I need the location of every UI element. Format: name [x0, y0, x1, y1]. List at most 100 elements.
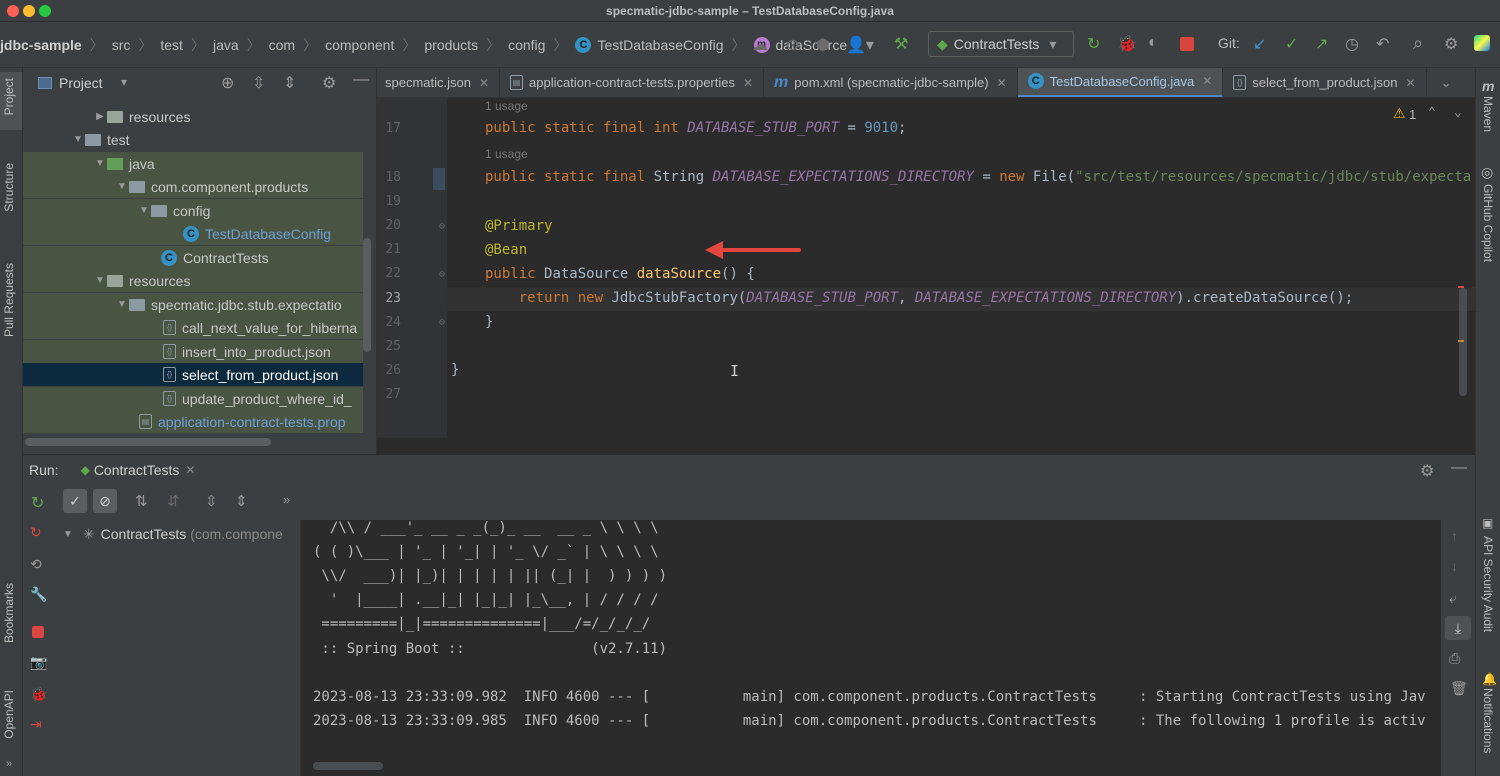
tool-tab-openapi[interactable]: OpenAPI	[2, 690, 16, 739]
camera-icon[interactable]: 📷	[30, 654, 47, 671]
breadcrumb-config[interactable]: config	[508, 37, 545, 53]
chevron-down-icon[interactable]: ▼	[93, 158, 107, 169]
tool-tab-notifications[interactable]: Notifications	[1481, 688, 1495, 753]
git-commit-icon[interactable]: ✓	[1285, 34, 1298, 54]
soft-wrap-icon[interactable]: ⤶	[1449, 590, 1457, 607]
print-icon[interactable]: ⎙	[1449, 650, 1460, 667]
tree-item[interactable]: ▼ com.component.products	[23, 175, 363, 198]
chevron-down-icon[interactable]: ⌄	[1441, 75, 1452, 91]
tree-item-selected[interactable]: {} select_from_product.json	[23, 363, 363, 386]
tree-item[interactable]: ▼ test	[23, 128, 363, 151]
tree-item[interactable]: ▼ config	[23, 199, 363, 222]
fold-icon[interactable]: ⊖	[439, 269, 445, 280]
code-editor[interactable]: 1 usage public static final int DATABASE…	[447, 98, 1475, 438]
vertical-scrollbar[interactable]	[363, 238, 371, 352]
usage-hint[interactable]: 1 usage	[485, 147, 528, 161]
warning-stripe-marker[interactable]	[1458, 340, 1464, 342]
run-tab-contract-tests[interactable]: ContractTests	[94, 462, 180, 478]
expand-all-icon[interactable]: ⇳	[252, 73, 265, 93]
chevron-down-icon[interactable]: ▼	[115, 299, 129, 310]
cloud-icon[interactable]: ☁	[752, 35, 768, 55]
chevron-down-icon[interactable]: ⌄	[1454, 105, 1462, 120]
error-stripe-marker[interactable]	[1458, 286, 1464, 288]
breadcrumb-test[interactable]: test	[160, 37, 183, 53]
settings-gear-icon[interactable]: ⚙	[1444, 34, 1458, 54]
chevron-right-icon[interactable]: ▶	[93, 111, 107, 122]
locate-file-icon[interactable]: ⊕	[221, 73, 234, 93]
tree-item[interactable]: ▼ specmatic.jdbc.stub.expectatio	[23, 293, 363, 316]
toggle-auto-test-icon[interactable]: ⟲	[30, 556, 42, 573]
fold-icon[interactable]: ⊖	[439, 317, 445, 328]
debug-icon[interactable]: 🐞	[30, 686, 47, 703]
test-tree-item[interactable]: ▼ ✳ ContractTests (com.compone	[53, 522, 301, 546]
chevron-down-icon[interactable]: ▼	[63, 529, 73, 540]
usage-hint[interactable]: 1 usage	[485, 99, 528, 113]
editor-vertical-scrollbar[interactable]	[1459, 288, 1467, 396]
run-configuration-select[interactable]: ◆ ContractTests ▾	[928, 31, 1074, 57]
trash-icon[interactable]: 🗑	[1450, 680, 1468, 697]
fold-icon[interactable]: ⊖	[439, 221, 445, 232]
more-tools-icon[interactable]: »	[283, 492, 290, 507]
tool-tab-github-copilot[interactable]: GitHub Copilot	[1481, 184, 1495, 262]
tab-select-from-product[interactable]: {} select_from_product.json ✕	[1223, 68, 1427, 97]
arrow-down-icon[interactable]: ↓	[1451, 558, 1458, 574]
hide-panel-icon[interactable]: —	[1451, 459, 1467, 477]
breadcrumb-component[interactable]: component	[325, 37, 394, 53]
close-icon[interactable]: ✕	[1202, 74, 1212, 88]
project-panel-title[interactable]: Project	[59, 75, 103, 91]
exit-icon[interactable]: ⇥	[30, 716, 42, 733]
hide-panel-icon[interactable]: —	[353, 71, 369, 89]
breadcrumb-project[interactable]: jdbc-sample	[0, 37, 82, 53]
show-ignored-toggle[interactable]: ⊘	[93, 489, 117, 513]
stop-icon[interactable]	[1180, 37, 1194, 51]
build-hammer-icon[interactable]: ⚒	[894, 34, 908, 54]
tree-item[interactable]: C ContractTests	[23, 246, 363, 269]
breadcrumb-java[interactable]: java	[213, 37, 239, 53]
tool-tab-structure[interactable]: Structure	[2, 163, 16, 212]
wrench-icon[interactable]: 🔧	[30, 586, 47, 603]
tab-test-database-config[interactable]: C TestDatabaseConfig.java ✕	[1017, 68, 1224, 97]
expand-all-icon[interactable]: ⇳	[205, 492, 218, 510]
scroll-to-end-icon[interactable]: ⤓	[1445, 616, 1471, 640]
options-gear-icon[interactable]: ⚙	[322, 73, 336, 93]
console-horizontal-scrollbar[interactable]	[313, 762, 383, 770]
tree-item[interactable]: {} update_product_where_id_	[23, 387, 363, 410]
arrow-up-icon[interactable]: ↑	[1451, 528, 1458, 544]
user-icon[interactable]: 👤▾	[846, 35, 874, 55]
chevron-down-icon[interactable]: ▼	[93, 275, 107, 286]
breadcrumb-src[interactable]: src	[112, 37, 131, 53]
coverage-icon[interactable]: ◐	[1148, 34, 1158, 52]
close-icon[interactable]: ✕	[743, 76, 753, 90]
chevron-down-icon[interactable]: ▼	[137, 205, 151, 216]
breadcrumb-products[interactable]: products	[424, 37, 478, 53]
tool-tab-bookmarks[interactable]: Bookmarks	[2, 583, 16, 643]
tree-item[interactable]: C TestDatabaseConfig	[23, 222, 363, 245]
sort-alpha-icon[interactable]: ⇅	[135, 492, 148, 510]
show-passed-toggle[interactable]: ✓	[63, 489, 87, 513]
debug-icon[interactable]: 🐞	[1117, 34, 1137, 54]
tool-tab-maven[interactable]: Maven	[1481, 96, 1495, 132]
git-push-icon[interactable]: ↗	[1315, 34, 1328, 54]
rollback-icon[interactable]: ↶	[1376, 34, 1389, 54]
breadcrumb-class[interactable]: TestDatabaseConfig	[597, 37, 723, 53]
settings-gear-icon[interactable]: ⚙	[1420, 461, 1434, 481]
chevron-down-icon[interactable]: ▼	[71, 134, 85, 145]
stop-icon[interactable]	[32, 626, 44, 638]
tree-item[interactable]: ▤ application-contract-tests.prop	[23, 410, 363, 433]
history-icon[interactable]: ◷	[1345, 34, 1359, 54]
tool-tab-project[interactable]: Project	[2, 78, 16, 115]
tree-item[interactable]: ▼ resources	[23, 269, 363, 292]
breadcrumb-com[interactable]: com	[269, 37, 295, 53]
console-output[interactable]: /\\ / ___'_ __ _ _(_)_ __ __ _ \ \ \ \ (…	[301, 520, 1441, 776]
tree-item[interactable]: {} call_next_value_for_hiberna	[23, 316, 363, 339]
toolbox-icon[interactable]	[1474, 35, 1490, 51]
rerun-icon[interactable]: ↻	[1087, 34, 1100, 54]
git-update-icon[interactable]: ↙	[1253, 34, 1266, 54]
collapse-all-icon[interactable]: ⇕	[235, 492, 248, 510]
chevron-down-icon[interactable]: ▼	[115, 181, 129, 192]
tree-item[interactable]: {} insert_into_product.json	[23, 340, 363, 363]
hexagon-icon[interactable]: ⬢	[816, 35, 830, 55]
close-icon[interactable]: ✕	[185, 463, 195, 477]
horizontal-scrollbar[interactable]	[25, 438, 271, 446]
search-icon[interactable]: ⌕	[1413, 33, 1423, 54]
